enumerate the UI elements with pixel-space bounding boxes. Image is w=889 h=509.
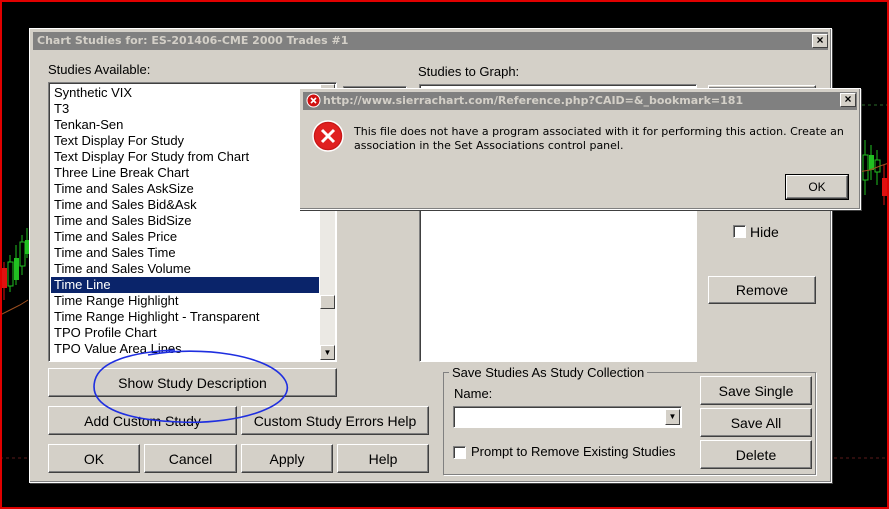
annotation-circle: [93, 349, 288, 424]
